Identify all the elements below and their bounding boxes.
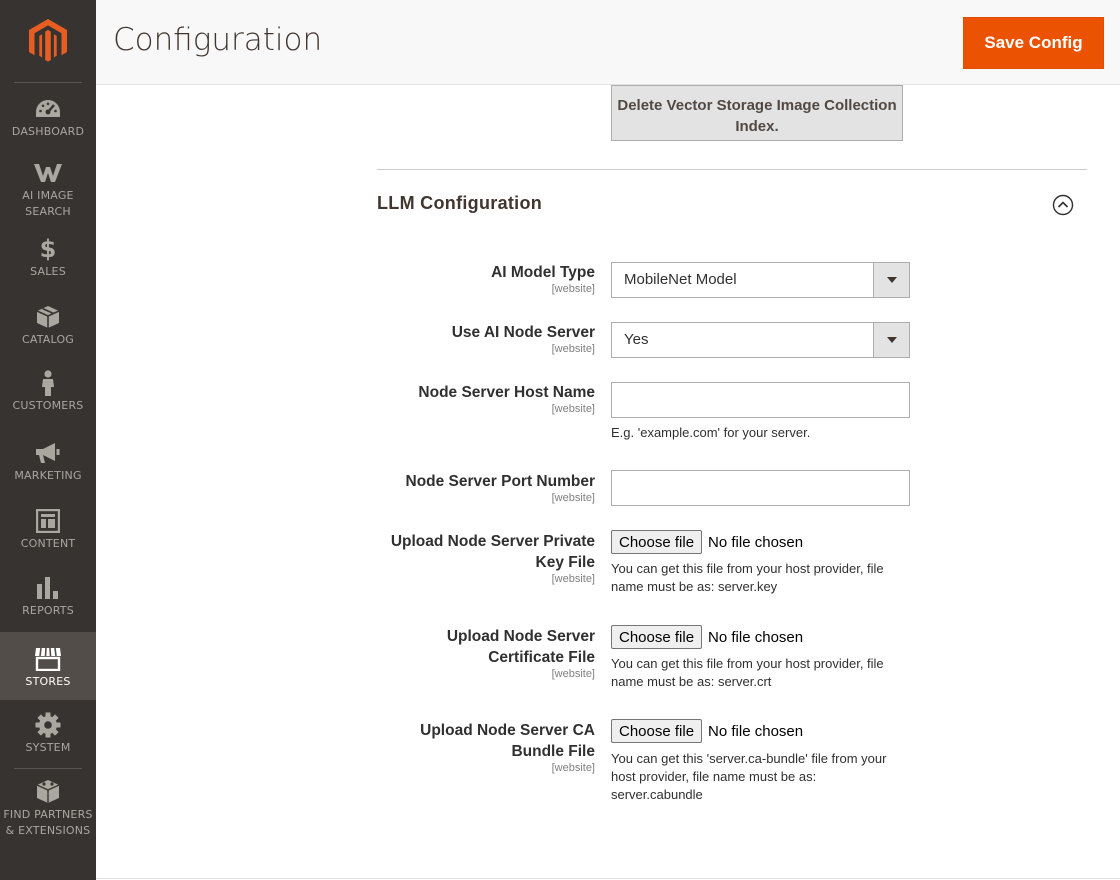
sidebar-item-customers[interactable]: CUSTOMERS <box>0 370 96 420</box>
storefront-icon <box>34 646 62 672</box>
gear-icon <box>35 712 61 738</box>
layout-icon <box>36 508 60 534</box>
dashboard-icon <box>35 96 61 122</box>
page-bottom-divider <box>96 878 1120 879</box>
config-content: Delete Vector Storage Image Collection I… <box>96 85 1120 880</box>
ca-bundle-file-label: Upload Node Server CA Bundle File [websi… <box>395 720 595 774</box>
sidebar-item-label: CATALOG <box>21 333 75 346</box>
page-title: Configuration <box>113 22 323 58</box>
select-value: Yes <box>624 331 649 348</box>
field-note: You can get this 'server.ca-bundle' file… <box>611 751 887 802</box>
sidebar-item-system[interactable]: SYSTEM <box>0 712 96 762</box>
scope-label: [website] <box>551 283 595 295</box>
person-icon <box>40 370 56 396</box>
scope-label: [website] <box>551 403 595 415</box>
field-label-text: Node Server Port Number <box>405 473 596 490</box>
page-header: Configuration Save Config <box>96 0 1120 85</box>
sidebar-item-label: STORES <box>25 675 71 688</box>
field-note: You can get this file from your host pro… <box>611 656 884 689</box>
field-label-text: Upload Node Server CA Bundle File <box>420 722 595 760</box>
llm-configuration-section-title[interactable]: LLM Configuration <box>377 193 542 214</box>
sidebar-item-label: FIND PARTNERS & EXTENSIONS <box>3 808 93 837</box>
field-label-text: Upload Node Server Certificate File <box>446 628 595 666</box>
collapse-icon[interactable] <box>1052 194 1074 216</box>
private-key-file-label: Upload Node Server Private Key File [web… <box>365 531 595 585</box>
sidebar-item-dashboard[interactable]: DASHBOARD <box>0 96 96 146</box>
field-label-text: Node Server Host Name <box>418 384 595 401</box>
choose-file-button[interactable]: Choose file <box>611 625 703 649</box>
scope-label: [website] <box>551 762 595 774</box>
chevron-down-icon <box>873 323 909 357</box>
file-status: No file chosen <box>708 628 804 646</box>
megaphone-icon <box>35 440 61 466</box>
sidebar-item-catalog[interactable]: CATALOG <box>0 304 96 354</box>
save-config-button[interactable]: Save Config <box>963 17 1104 69</box>
use-ai-node-server-label: Use AI Node Server [website] <box>452 322 595 355</box>
ai-model-type-label: AI Model Type [website] <box>491 262 595 295</box>
section-divider <box>377 169 1087 170</box>
sidebar-item-label: AI IMAGE SEARCH <box>22 189 74 218</box>
sidebar-item-marketing[interactable]: MARKETING <box>0 440 96 490</box>
node-server-host-input[interactable] <box>611 382 910 418</box>
field-label-text: Use AI Node Server <box>451 324 595 341</box>
sidebar-item-label: REPORTS <box>22 604 74 617</box>
private-key-file-input[interactable]: Choose file No file chosen <box>611 530 803 554</box>
ai-model-type-select[interactable]: MobileNet Model <box>611 262 910 298</box>
sidebar-item-content[interactable]: CONTENT <box>0 508 96 558</box>
choose-file-button[interactable]: Choose file <box>611 719 703 743</box>
dollar-icon: $ <box>39 235 57 263</box>
certificate-file-label: Upload Node Server Certificate File [web… <box>395 626 595 680</box>
chevron-down-icon <box>873 263 909 297</box>
file-status: No file chosen <box>708 533 804 551</box>
sidebar-item-label: MARKETING <box>14 469 82 482</box>
field-note: E.g. 'example.com' for your server. <box>611 425 811 440</box>
delete-vector-index-button[interactable]: Delete Vector Storage Image Collection I… <box>611 85 903 141</box>
file-status: No file chosen <box>708 722 804 740</box>
sidebar-item-label: DASHBOARD <box>11 125 85 138</box>
w-logo-icon <box>33 160 63 186</box>
admin-sidebar: DASHBOARD AI IMAGE SEARCH $ SALES CATALO… <box>0 0 96 880</box>
scope-label: [website] <box>551 573 595 585</box>
sidebar-item-label: CONTENT <box>20 537 76 550</box>
scope-label: [website] <box>551 343 595 355</box>
sidebar-divider <box>14 768 82 769</box>
box-icon <box>36 304 60 330</box>
certificate-file-input[interactable]: Choose file No file chosen <box>611 625 803 649</box>
sidebar-item-ai-image-search[interactable]: AI IMAGE SEARCH <box>0 160 96 220</box>
sidebar-item-sales[interactable]: $ SALES <box>0 235 96 286</box>
sidebar-item-stores[interactable]: STORES <box>0 632 96 700</box>
sidebar-item-label: SALES <box>30 265 66 278</box>
sidebar-item-label: CUSTOMERS <box>12 399 84 412</box>
field-label-text: Upload Node Server Private Key File <box>390 533 595 571</box>
field-note: You can get this file from your host pro… <box>611 561 884 594</box>
sidebar-item-label: SYSTEM <box>25 741 71 754</box>
sidebar-item-find-partners[interactable]: FIND PARTNERS & EXTENSIONS <box>0 779 96 839</box>
bar-chart-icon <box>36 575 60 601</box>
sidebar-item-reports[interactable]: REPORTS <box>0 575 96 625</box>
scope-label: [website] <box>551 492 595 504</box>
magento-logo[interactable] <box>0 0 96 82</box>
use-ai-node-server-select[interactable]: Yes <box>611 322 910 358</box>
select-value: MobileNet Model <box>624 271 737 288</box>
field-label-text: AI Model Type <box>491 264 595 281</box>
node-server-host-label: Node Server Host Name [website] <box>418 382 595 415</box>
ca-bundle-file-input[interactable]: Choose file No file chosen <box>611 719 803 743</box>
node-server-port-input[interactable] <box>611 470 910 506</box>
node-server-port-label: Node Server Port Number [website] <box>406 471 596 504</box>
sidebar-divider <box>14 82 82 83</box>
blocks-icon <box>35 779 61 805</box>
choose-file-button[interactable]: Choose file <box>611 530 703 554</box>
magento-logo-icon <box>29 19 67 62</box>
scope-label: [website] <box>551 668 595 680</box>
